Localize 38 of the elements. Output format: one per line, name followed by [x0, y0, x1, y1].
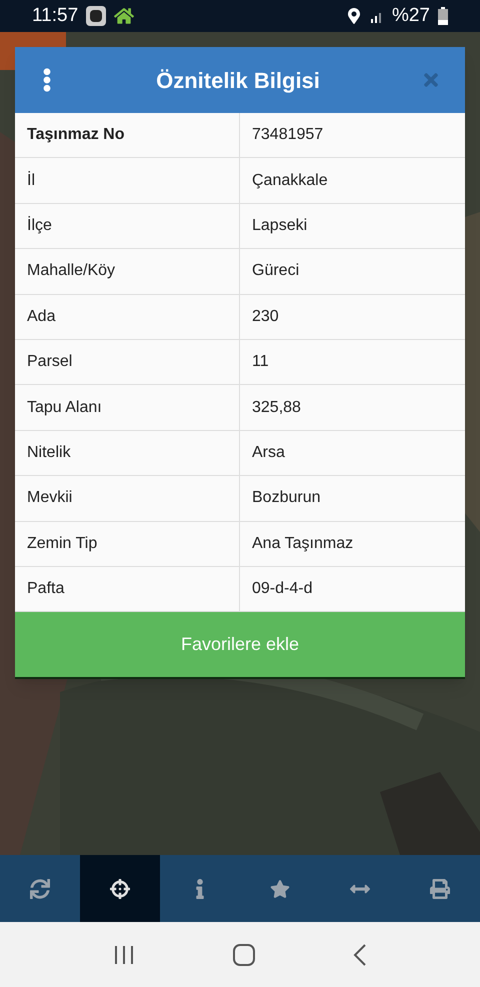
clock-time: 11:57 [32, 4, 78, 28]
attribute-value: 325,88 [251, 398, 302, 418]
attribute-name: Tapu Alanı [15, 385, 240, 430]
attribute-name: Taşınmaz No [15, 113, 240, 158]
battery-icon [438, 7, 448, 25]
attribute-value: Bozburun [251, 488, 322, 508]
attribute-name: Mahalle/Köy [15, 249, 240, 294]
printer-icon [430, 878, 450, 898]
star-icon [270, 878, 290, 898]
attribute-value: 73481957 [251, 125, 324, 146]
attribute-value: 230 [251, 306, 280, 327]
attribute-value: Lapseki [251, 216, 308, 236]
attribute-name: Mevkii [15, 476, 240, 521]
attribute-name: Parsel [15, 340, 240, 384]
home-icon[interactable] [233, 944, 255, 966]
attribute-value: Güreci [251, 261, 300, 282]
attribute-value: 09-d-4-d [251, 579, 314, 600]
recent-apps-icon[interactable] [113, 944, 135, 964]
attribute-value: Arsa [251, 442, 286, 463]
attribute-name: Pafta [15, 566, 240, 612]
back-icon[interactable] [353, 944, 367, 966]
attribute-name: Ada [15, 294, 240, 339]
attribute-value: 11 [251, 352, 270, 372]
refresh-icon [30, 878, 50, 898]
crosshair-icon [110, 878, 130, 898]
add-to-favorites-button[interactable]: Favorilere ekle [15, 612, 465, 680]
attribute-name: Nitelik [15, 430, 240, 476]
location-icon [346, 8, 362, 24]
attribute-name: Zemin Tip [15, 522, 240, 566]
attribute-name: İl [15, 158, 240, 203]
battery-percentage: %27 [392, 4, 430, 28]
attribute-name: İlçe [15, 204, 240, 248]
toolbar-button[interactable] [80, 855, 160, 922]
attribute-value: Ana Taşınmaz [251, 534, 354, 554]
attribute-value: Çanakkale [251, 170, 329, 191]
app-notification-icon [86, 6, 106, 26]
home-app-icon [114, 6, 134, 26]
dialog-title: Öznitelik Bilgisi [155, 66, 321, 95]
